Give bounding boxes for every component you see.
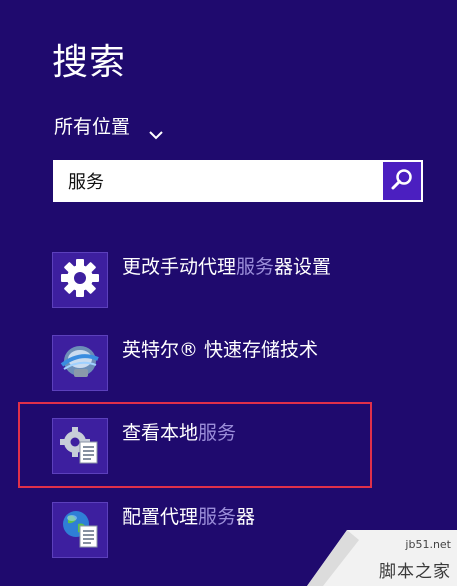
search-input[interactable] [54,161,380,201]
chevron-down-icon [148,122,164,139]
watermark-url: jb51.net [405,538,451,551]
scope-dropdown[interactable]: 所有位置 [54,114,164,140]
result-label: 配置代理服务器 [122,506,256,528]
result-tile [52,502,108,558]
search-icon [390,167,414,195]
result-tile [52,335,108,391]
watermark: jb51.net 脚本之家 [307,530,457,586]
result-item-proxy-settings[interactable]: 更改手动代理服务器设置 [52,252,372,310]
scope-label: 所有位置 [54,116,131,138]
result-item-intel-storage[interactable]: 英特尔® 快速存储技术 [52,335,372,393]
result-label: 英特尔® 快速存储技术 [122,339,319,361]
page-title: 搜索 [52,42,127,83]
watermark-name: 脚本之家 [379,562,451,582]
globe-document-icon [58,506,102,554]
search-box [53,160,423,202]
gear-icon [58,256,102,304]
result-label: 更改手动代理服务器设置 [122,256,332,278]
highlight-box [18,402,372,488]
result-tile [52,252,108,308]
search-button[interactable] [383,162,421,200]
intel-storage-icon [58,339,102,387]
